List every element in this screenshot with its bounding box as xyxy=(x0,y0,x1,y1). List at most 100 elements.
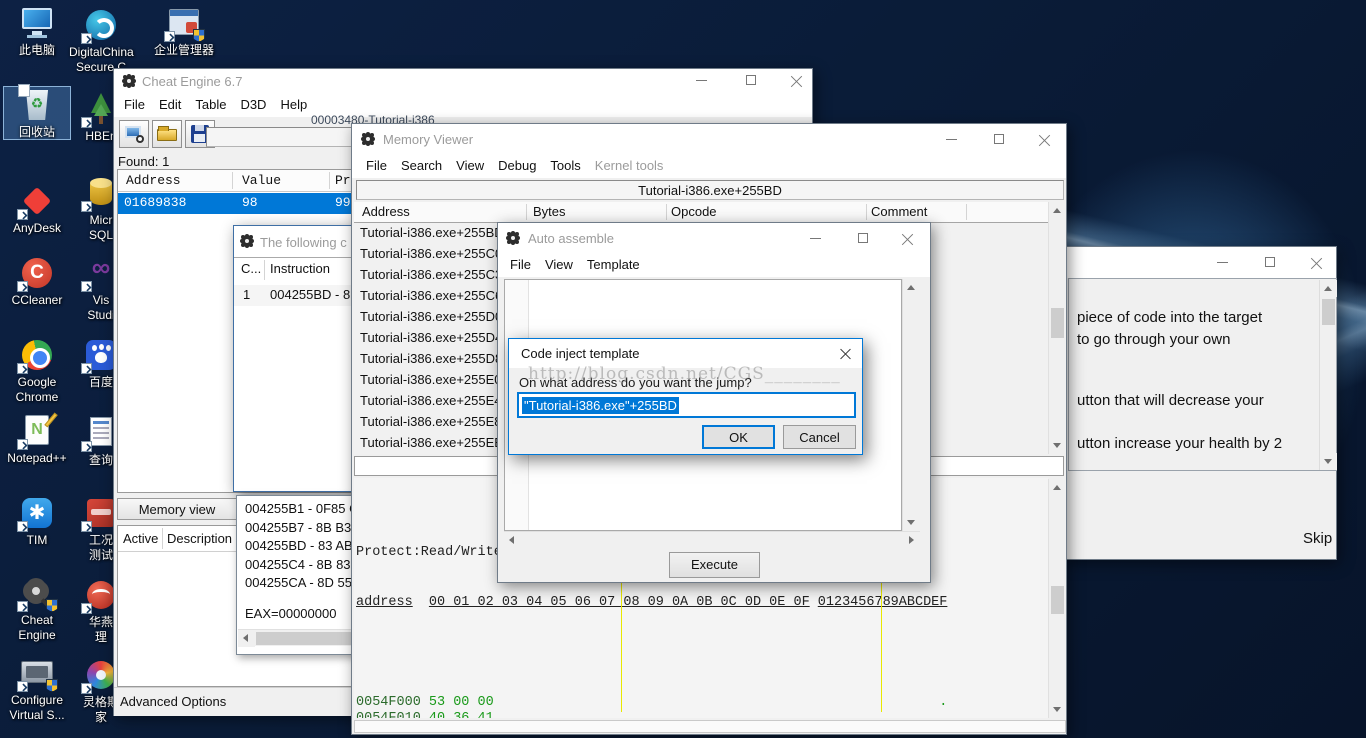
column-comment[interactable]: Comment xyxy=(871,204,927,219)
disassembly-line: 004255CA - 8D 55 xyxy=(245,574,362,593)
desktop-icon-anydesk[interactable]: AnyDesk xyxy=(5,184,69,236)
column-value[interactable]: Value xyxy=(242,173,281,188)
menu-item[interactable]: Search xyxy=(401,158,442,173)
mv-address-bar[interactable]: Tutorial-i386.exe+255BD xyxy=(356,180,1064,200)
ok-button[interactable]: OK xyxy=(702,425,775,449)
hex-row[interactable]: 0054F01040 36 41 . xyxy=(356,711,1048,718)
desktop-icon-tim[interactable]: ✱ TIM xyxy=(5,496,69,548)
column-address[interactable]: Address xyxy=(362,204,410,219)
close-button[interactable] xyxy=(785,72,809,89)
code-inject-dialog: Code inject template On what address do … xyxy=(508,338,863,455)
desktop-icon-cheat-engine[interactable]: CheatEngine xyxy=(5,576,69,643)
shortcut-arrow-icon xyxy=(81,33,92,44)
editor-hscrollbar[interactable] xyxy=(504,531,920,548)
scrollbar-thumb[interactable] xyxy=(1322,299,1335,325)
desktop-icon-enterprise-manager[interactable]: 企业管理器 xyxy=(152,6,216,58)
dialog-titlebar[interactable]: Code inject template xyxy=(509,339,862,368)
scroll-left-arrow[interactable] xyxy=(238,630,255,647)
scroll-down-arrow[interactable] xyxy=(903,514,920,531)
minimize-button[interactable] xyxy=(940,131,964,148)
aa-menubar: File View Template xyxy=(498,253,930,277)
desktop-icon-ccleaner[interactable]: C CCleaner xyxy=(5,256,69,308)
tim-icon: ✱ xyxy=(19,496,55,530)
scroll-up-arrow[interactable] xyxy=(1049,479,1066,496)
cheat-engine-app-icon xyxy=(507,232,519,244)
column-active[interactable]: Active xyxy=(123,531,158,546)
skip-link[interactable]: Skip xyxy=(1303,530,1332,547)
column-count[interactable]: C... xyxy=(241,261,261,276)
desktop-icon-recycle-bin[interactable]: ♻ 回收站 xyxy=(5,88,69,140)
scroll-down-arrow[interactable] xyxy=(1049,701,1066,718)
shortcut-arrow-icon xyxy=(17,281,28,292)
jump-address-input[interactable]: "Tutorial-i386.exe"+255BD xyxy=(517,392,856,418)
execute-button[interactable]: Execute xyxy=(669,552,760,578)
tutorial-text-line: piece of code into the target xyxy=(1077,309,1262,326)
scroll-left-arrow[interactable] xyxy=(504,532,521,549)
maximize-button[interactable] xyxy=(1259,254,1283,271)
maximize-button[interactable] xyxy=(852,230,876,247)
maximize-button[interactable] xyxy=(740,72,764,89)
desktop-icon-notepadpp[interactable]: N Notepad++ xyxy=(5,414,69,466)
mv-titlebar[interactable]: Memory Viewer xyxy=(352,124,1066,154)
menu-item[interactable]: View xyxy=(456,158,484,173)
menu-item[interactable]: View xyxy=(545,257,573,272)
magnifier-icon xyxy=(136,135,144,143)
disassembler-scrollbar[interactable] xyxy=(1048,202,1066,454)
maximize-button[interactable] xyxy=(988,131,1012,148)
scroll-down-arrow[interactable] xyxy=(1049,437,1066,454)
menu-item[interactable]: Tools xyxy=(550,158,580,173)
close-button[interactable] xyxy=(896,230,920,247)
column-address[interactable]: Address xyxy=(126,173,181,188)
minimize-button[interactable] xyxy=(804,230,828,247)
desktop-icon-google-chrome[interactable]: GoogleChrome xyxy=(5,338,69,405)
menu-item[interactable]: D3D xyxy=(240,97,266,112)
minimize-button[interactable] xyxy=(690,72,714,89)
menu-item[interactable]: Help xyxy=(280,97,307,112)
ce-titlebar[interactable]: Cheat Engine 6.7 xyxy=(114,69,812,93)
editor-vscrollbar[interactable] xyxy=(902,279,920,531)
disassembly-line: 004255C4 - 8B 83 7 xyxy=(245,556,362,575)
menu-item[interactable]: Edit xyxy=(159,97,181,112)
menu-item[interactable]: File xyxy=(124,97,145,112)
scroll-up-arrow[interactable] xyxy=(903,279,920,296)
desktop-icon-digitalchina[interactable]: DigitalChinaSecure C xyxy=(69,8,133,75)
select-process-button[interactable] xyxy=(119,120,149,148)
menu-item[interactable]: Kernel tools xyxy=(595,158,664,173)
open-table-button[interactable] xyxy=(152,120,182,148)
scrollbar-thumb[interactable] xyxy=(1051,308,1064,338)
memory-view-button[interactable]: Memory view xyxy=(117,498,237,520)
column-description[interactable]: Description xyxy=(167,531,232,546)
tutorial-titlebar[interactable] xyxy=(1063,247,1336,278)
menu-item[interactable]: Debug xyxy=(498,158,536,173)
cancel-button[interactable]: Cancel xyxy=(783,425,856,449)
desktop-icon-this-pc[interactable]: 此电脑 xyxy=(5,6,69,58)
scrollbar-thumb[interactable] xyxy=(1051,586,1064,614)
column-bytes[interactable]: Bytes xyxy=(533,204,566,219)
minimize-button[interactable] xyxy=(1211,254,1235,271)
icon-label: TIM xyxy=(5,533,69,548)
close-button[interactable] xyxy=(1305,254,1329,271)
hex-scrollbar[interactable] xyxy=(1048,479,1066,718)
scrollbar-thumb[interactable] xyxy=(256,632,366,645)
desktop: 此电脑 ♻ 回收站 AnyDesk C CCleaner GoogleChrom… xyxy=(0,0,1366,738)
scroll-up-arrow[interactable] xyxy=(1049,202,1066,219)
close-button[interactable] xyxy=(1033,131,1057,148)
menu-item[interactable]: File xyxy=(366,158,387,173)
scroll-right-arrow[interactable] xyxy=(903,532,920,549)
tutorial-scrollbar[interactable] xyxy=(1319,280,1336,470)
aa-titlebar[interactable]: Auto assemble xyxy=(498,223,930,253)
menu-item[interactable]: Table xyxy=(195,97,226,112)
column-instruction[interactable]: Instruction xyxy=(270,261,330,276)
menu-item[interactable]: Template xyxy=(587,257,640,272)
icon-label: AnyDesk xyxy=(5,221,69,236)
shortcut-arrow-icon xyxy=(17,521,28,532)
disassembler-header[interactable]: Address Bytes Opcode Comment xyxy=(354,202,1048,223)
scroll-down-arrow[interactable] xyxy=(1320,453,1337,470)
close-icon[interactable] xyxy=(838,346,854,361)
desktop-icon-configure-virtual[interactable]: ConfigureVirtual S... xyxy=(5,656,69,723)
hex-row[interactable]: 0054F00053 00 00 . xyxy=(356,695,1048,712)
mv-status-bar xyxy=(354,720,1066,733)
scroll-up-arrow[interactable] xyxy=(1320,280,1337,297)
column-opcode[interactable]: Opcode xyxy=(671,204,717,219)
menu-item[interactable]: File xyxy=(510,257,531,272)
